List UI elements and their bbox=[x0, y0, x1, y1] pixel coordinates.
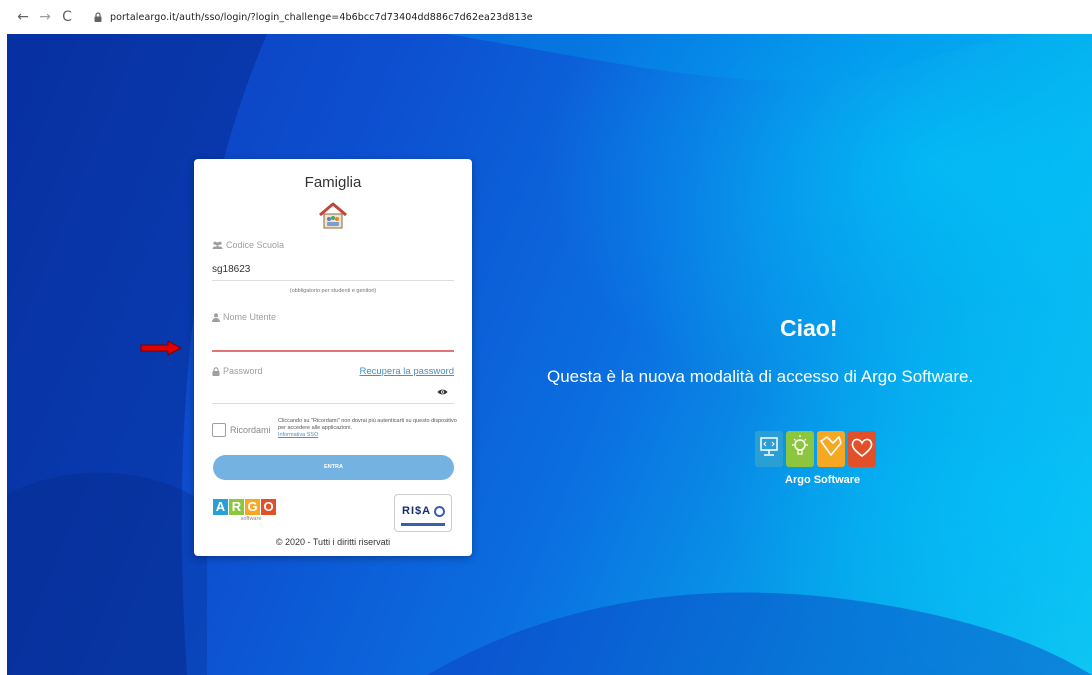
password-label: Password bbox=[212, 366, 263, 376]
forward-arrow-icon[interactable]: → bbox=[34, 9, 56, 25]
risa-logo: RI$A bbox=[394, 494, 452, 532]
tile-computer bbox=[755, 431, 783, 467]
school-code-label-text: Codice Scuola bbox=[226, 240, 285, 250]
card-title: Famiglia bbox=[304, 174, 362, 191]
remember-description: Cliccando su "Ricordami" non dovrai più … bbox=[278, 418, 458, 439]
school-code-label: Codice Scuola bbox=[212, 240, 284, 250]
tile-heart bbox=[848, 431, 876, 467]
login-card: Famiglia Codice Scuola sg18623 (obbligat… bbox=[194, 159, 472, 556]
show-password-eye-icon[interactable] bbox=[437, 388, 448, 396]
hero-background: Famiglia Codice Scuola sg18623 (obbligat… bbox=[7, 34, 1092, 675]
address-bar[interactable]: portaleargo.it/auth/sso/login/?login_cha… bbox=[110, 12, 533, 23]
school-code-underline bbox=[212, 280, 454, 281]
username-underline bbox=[212, 350, 454, 352]
recover-password-link[interactable]: Recupera la password bbox=[359, 366, 454, 377]
users-icon bbox=[212, 241, 223, 249]
brand-name: Argo Software bbox=[785, 474, 861, 486]
username-label-text: Nome Utente bbox=[223, 312, 277, 322]
argo-software-tiles-logo bbox=[755, 431, 876, 467]
password-underline bbox=[212, 403, 454, 404]
argo-logo-letter: A bbox=[213, 499, 228, 515]
risa-logo-text: RI$A bbox=[402, 505, 432, 517]
sso-info-link[interactable]: Informativa SSO bbox=[278, 432, 458, 439]
argo-logo: ARGO software bbox=[213, 499, 279, 522]
school-code-input[interactable]: sg18623 bbox=[212, 264, 250, 275]
tile-handshake bbox=[817, 431, 845, 467]
username-input[interactable] bbox=[212, 331, 454, 345]
argo-logo-letter: G bbox=[245, 499, 260, 515]
lock-icon bbox=[94, 12, 102, 22]
copyright-text: © 2020 - Tutti i diritti riservati bbox=[275, 537, 391, 547]
argo-logo-letter: O bbox=[261, 499, 276, 515]
remember-label: Ricordami bbox=[230, 425, 271, 435]
red-arrow-icon bbox=[140, 340, 182, 356]
argo-logo-letters: ARGO bbox=[213, 499, 279, 515]
argo-logo-subtitle: software bbox=[240, 516, 262, 522]
login-submit-button[interactable]: ENTRA bbox=[213, 455, 454, 480]
argo-logo-letter: R bbox=[229, 499, 244, 515]
remember-checkbox[interactable] bbox=[212, 423, 226, 437]
password-input[interactable] bbox=[212, 385, 427, 399]
back-arrow-icon[interactable]: ← bbox=[12, 9, 34, 25]
school-code-hint: (obbligatorio per studenti e genitori) bbox=[289, 288, 377, 294]
padlock-icon bbox=[212, 366, 220, 376]
user-icon bbox=[212, 312, 220, 322]
family-home-icon bbox=[319, 202, 347, 229]
tagline-text: Questa è la nuova modalità di accesso di… bbox=[547, 367, 974, 386]
risa-bar bbox=[401, 523, 445, 526]
username-label: Nome Utente bbox=[212, 312, 276, 322]
remember-description-text: Cliccando su "Ricordami" non dovrai più … bbox=[278, 418, 457, 431]
reload-icon[interactable]: C bbox=[56, 9, 78, 25]
password-label-text: Password bbox=[223, 366, 263, 376]
risa-circle-icon bbox=[434, 506, 445, 517]
browser-toolbar: ← → C portaleargo.it/auth/sso/login/?log… bbox=[0, 0, 1092, 34]
greeting-heading: Ciao! bbox=[780, 315, 838, 341]
